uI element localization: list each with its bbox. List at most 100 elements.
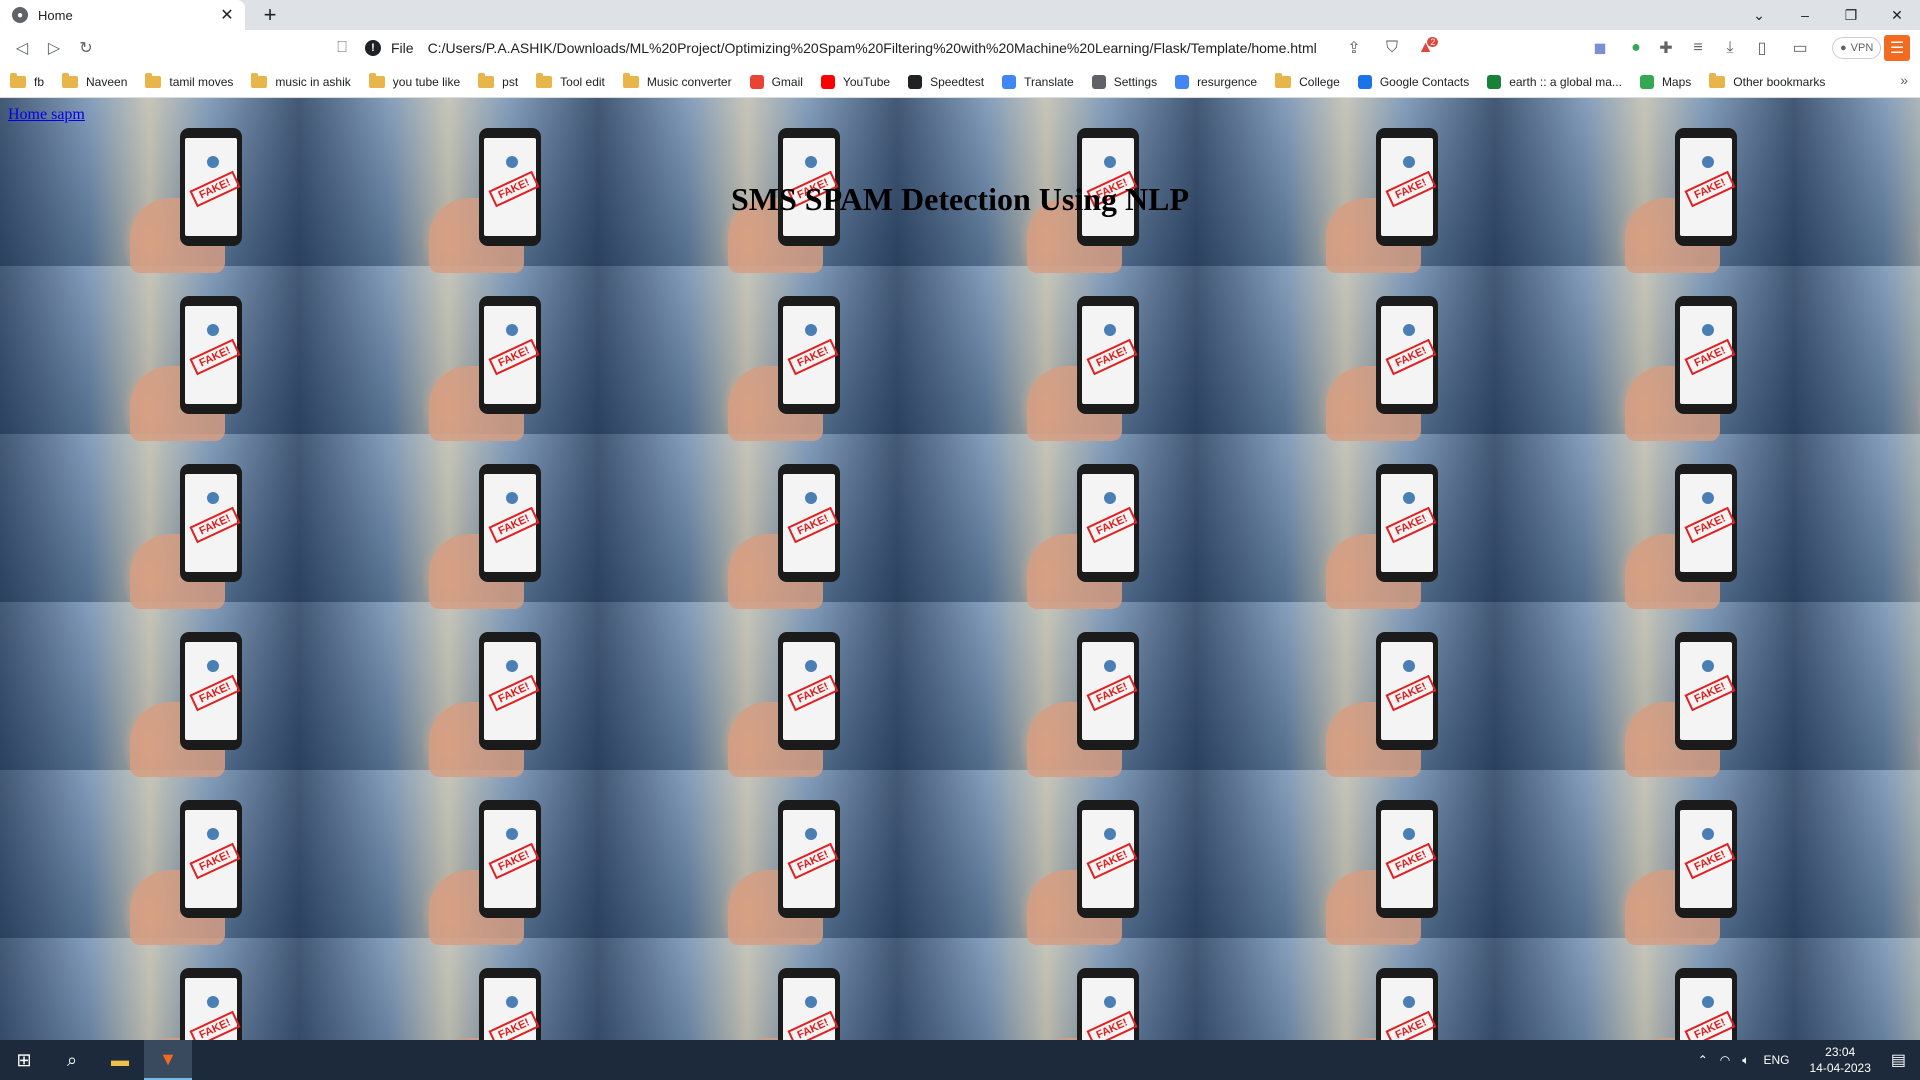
phone-screen: FAKE! <box>1680 474 1736 572</box>
address-url: C:/Users/P.A.ASHIK/Downloads/ML%20Projec… <box>427 40 1317 56</box>
tab-title: Home <box>38 7 73 23</box>
bookmark-item[interactable]: YouTube <box>820 74 891 89</box>
bookmark-item[interactable]: Naveen <box>62 72 128 89</box>
vpn-button[interactable]: ● VPN <box>1832 37 1882 59</box>
bookmark-label: YouTube <box>842 74 891 89</box>
bookmark-label: fb <box>34 74 45 89</box>
home-link[interactable]: Home sapm <box>8 106 85 124</box>
globe-icon: ● <box>12 7 28 23</box>
background-phone: FAKE! <box>1376 296 1438 414</box>
bookmark-item[interactable]: Google Contacts <box>1357 74 1469 89</box>
bookmark-label: Music converter <box>646 74 732 89</box>
phone-screen: FAKE! <box>185 810 241 908</box>
close-window-button[interactable]: ✕ <box>1874 0 1920 30</box>
bookmark-item[interactable]: Other bookmarks <box>1709 72 1825 89</box>
fake-stamp: FAKE! <box>787 506 839 544</box>
address-bar[interactable]: ! File C:/Users/P.A.ASHIK/Downloads/ML%2… <box>365 33 1345 63</box>
folder-icon <box>62 72 79 88</box>
contact-avatar-icon <box>805 324 817 336</box>
menu-icon[interactable]: ☰ <box>1884 35 1910 61</box>
start-icon[interactable]: ⊞ <box>0 1040 48 1080</box>
fake-stamp: FAKE! <box>1684 1010 1736 1040</box>
reload-icon[interactable]: ↻ <box>70 32 102 64</box>
tray-chevron-icon[interactable]: ⌃ <box>1698 1053 1708 1067</box>
contact-avatar-icon <box>1403 156 1415 168</box>
minimize-button[interactable]: – <box>1782 0 1828 30</box>
bookmark-item[interactable]: Speedtest <box>908 74 984 89</box>
extensions-puzzle-icon[interactable]: ✚ <box>1650 32 1682 64</box>
background-phone: FAKE! <box>778 464 840 582</box>
phone-screen: FAKE! <box>1381 810 1437 908</box>
phone-screen: FAKE! <box>185 978 241 1040</box>
bookmark-item[interactable]: fb <box>10 72 45 89</box>
bookmark-item[interactable]: tamil moves <box>145 72 234 89</box>
download-icon[interactable]: ⤓ <box>1714 32 1746 64</box>
info-icon[interactable]: ! <box>365 40 381 56</box>
bookmark-item[interactable]: Tool edit <box>536 72 605 89</box>
fake-stamp: FAKE! <box>1086 1010 1138 1040</box>
contact-avatar-icon <box>1702 828 1714 840</box>
bookmark-item[interactable]: Translate <box>1002 74 1074 89</box>
fake-stamp: FAKE! <box>1385 1010 1437 1040</box>
tab-search-icon[interactable]: ⌄ <box>1736 0 1782 30</box>
clock[interactable]: 23:04 14-04-2023 <box>1809 1044 1870 1076</box>
vpn-dot-icon: ● <box>1840 42 1847 54</box>
fake-stamp: FAKE! <box>1684 506 1736 544</box>
fake-stamp: FAKE! <box>1684 842 1736 880</box>
bookmark-item[interactable]: resurgence <box>1175 74 1257 89</box>
wifi-icon[interactable]: ◠ <box>1720 1053 1730 1067</box>
volume-icon[interactable]: 🔈︎ <box>1742 1053 1749 1068</box>
bookmarks-overflow-icon[interactable]: » <box>1900 72 1908 88</box>
address-scheme: File <box>391 40 414 56</box>
brave-rewards-icon[interactable]: ▲ 2 <box>1412 32 1444 64</box>
new-tab-button[interactable]: + <box>255 0 285 30</box>
search-icon[interactable]: ⌕ <box>48 1040 96 1080</box>
folder-icon <box>1275 72 1292 88</box>
folder-icon <box>478 72 495 88</box>
bookmark-item[interactable]: Maps <box>1639 74 1691 89</box>
back-icon[interactable]: ◁ <box>6 32 38 64</box>
bookmark-item[interactable]: pst <box>478 72 518 89</box>
bookmark-icon[interactable]: ⎕ <box>326 32 358 64</box>
media-queue-icon[interactable]: ≡ <box>1682 32 1714 64</box>
contact-avatar-icon <box>506 828 518 840</box>
bookmark-label: tamil moves <box>169 74 234 89</box>
page-title: SMS SPAM Detection Using NLP <box>730 181 1190 218</box>
file-explorer-icon[interactable]: ▬ <box>96 1040 144 1080</box>
contact-avatar-icon <box>1104 324 1116 336</box>
close-tab-icon[interactable]: ✕ <box>217 5 237 25</box>
bookmark-item[interactable]: Settings <box>1091 74 1157 89</box>
contact-avatar-icon <box>207 660 219 672</box>
phone-screen: FAKE! <box>484 474 540 572</box>
forward-icon[interactable]: ▷ <box>38 32 70 64</box>
phone-screen: FAKE! <box>1082 978 1138 1040</box>
contact-avatar-icon <box>1702 324 1714 336</box>
phone-screen: FAKE! <box>783 642 839 740</box>
bookmark-item[interactable]: College <box>1275 72 1340 89</box>
tab-home[interactable]: ● Home ✕ <box>0 0 245 30</box>
background-phone: FAKE! <box>180 968 242 1040</box>
extension-chat-icon[interactable]: ◼ <box>1584 32 1616 64</box>
bookmark-item[interactable]: Gmail <box>749 74 803 89</box>
sidebar-icon[interactable]: ▯ <box>1746 32 1778 64</box>
background-phone: FAKE! <box>1376 800 1438 918</box>
fake-stamp: FAKE! <box>488 506 540 544</box>
bookmark-item[interactable]: music in ashik <box>251 72 351 89</box>
wallet-icon[interactable]: ▭ <box>1784 32 1816 64</box>
contact-avatar-icon <box>1702 156 1714 168</box>
bookmark-item[interactable]: Music converter <box>622 72 732 89</box>
notifications-icon[interactable]: ▤ <box>1891 1050 1906 1070</box>
phone-screen: FAKE! <box>484 810 540 908</box>
fake-stamp: FAKE! <box>189 674 241 712</box>
restore-button[interactable]: ❐ <box>1828 0 1874 30</box>
bookmark-label: Naveen <box>86 74 128 89</box>
brave-shield-icon[interactable]: ⛉ <box>1376 32 1408 64</box>
background-phone: FAKE! <box>1675 632 1737 750</box>
fake-stamp: FAKE! <box>189 842 241 880</box>
phone-screen: FAKE! <box>1082 306 1138 404</box>
language-indicator[interactable]: ENG <box>1763 1053 1789 1067</box>
brave-browser-icon[interactable]: ▼ <box>144 1040 192 1080</box>
extension-green-icon[interactable]: ● <box>1620 32 1652 64</box>
bookmark-item[interactable]: earth :: a global ma... <box>1487 74 1622 89</box>
bookmark-item[interactable]: you tube like <box>368 72 460 89</box>
